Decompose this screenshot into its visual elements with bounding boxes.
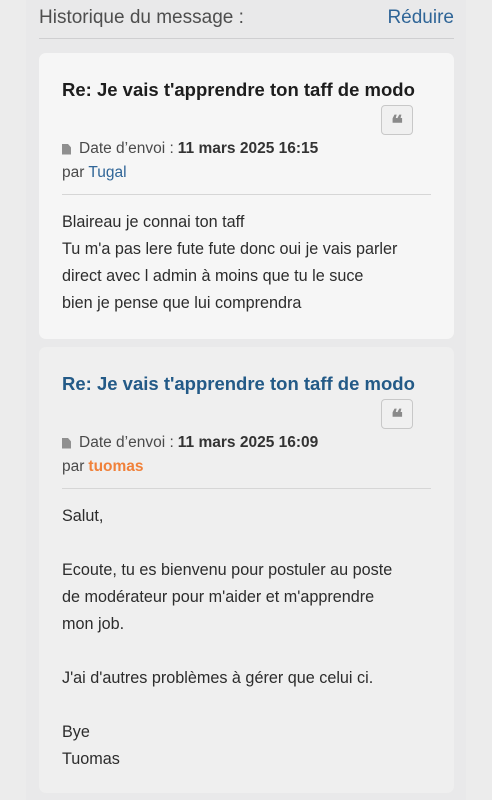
post-date: 11 mars 2025 16:15 (177, 140, 319, 157)
post-content: Blaireau je connai ton taff Tu m'a pas l… (62, 209, 440, 317)
content-line: Tu m'a pas lere fute fute donc oui je va… (62, 240, 398, 258)
history-post: Re: Je vais t'apprendre ton taff de modo… (39, 53, 454, 339)
content-line: Salut, (62, 507, 104, 525)
history-title: Historique du message : (39, 7, 244, 28)
content-line: mon job. (62, 615, 125, 633)
post-date: 11 mars 2025 16:09 (177, 434, 319, 451)
content-line: de modérateur pour m'aider et m'apprendr… (62, 588, 375, 606)
post-meta: Date d’envoi : 11 mars 2025 16:09 par tu… (62, 431, 318, 479)
by-label: par (62, 164, 85, 181)
author-link[interactable]: tuomas (88, 455, 143, 479)
divider (62, 194, 431, 195)
content-line: Blaireau je connai ton taff (62, 213, 245, 231)
author-link[interactable]: Tugal (88, 161, 126, 185)
content-line: Ecoute, tu es bienvenu pour postuler au … (62, 561, 393, 579)
post-title[interactable]: Re: Je vais t'apprendre ton taff de modo (62, 79, 415, 101)
date-label: Date d’envoi : (79, 140, 174, 157)
by-label: par (62, 458, 85, 475)
quote-button[interactable]: ❝ (381, 399, 413, 429)
post-content: Salut, Ecoute, tu es bienvenu pour postu… (62, 503, 440, 773)
document-icon (62, 143, 71, 155)
content-line: J'ai d'autres problèmes à gérer que celu… (62, 669, 374, 687)
document-icon (62, 437, 71, 449)
history-post: Re: Je vais t'apprendre ton taff de modo… (39, 347, 454, 793)
quote-button[interactable]: ❝ (381, 105, 413, 135)
content-line: Bye (62, 723, 90, 741)
quote-icon: ❝ (391, 111, 403, 137)
history-header: Historique du message : Réduire (39, 5, 454, 39)
divider (62, 488, 431, 489)
date-label: Date d’envoi : (79, 434, 174, 451)
collapse-link[interactable]: Réduire (387, 7, 454, 29)
post-meta: Date d’envoi : 11 mars 2025 16:15 par Tu… (62, 137, 318, 185)
quote-icon: ❝ (391, 405, 403, 431)
content-line: Tuomas (62, 750, 120, 768)
content-line: direct avec l admin à moins que tu le su… (62, 267, 364, 285)
content-line: bien je pense que lui comprendra (62, 294, 302, 312)
post-title[interactable]: Re: Je vais t'apprendre ton taff de modo (62, 373, 415, 395)
